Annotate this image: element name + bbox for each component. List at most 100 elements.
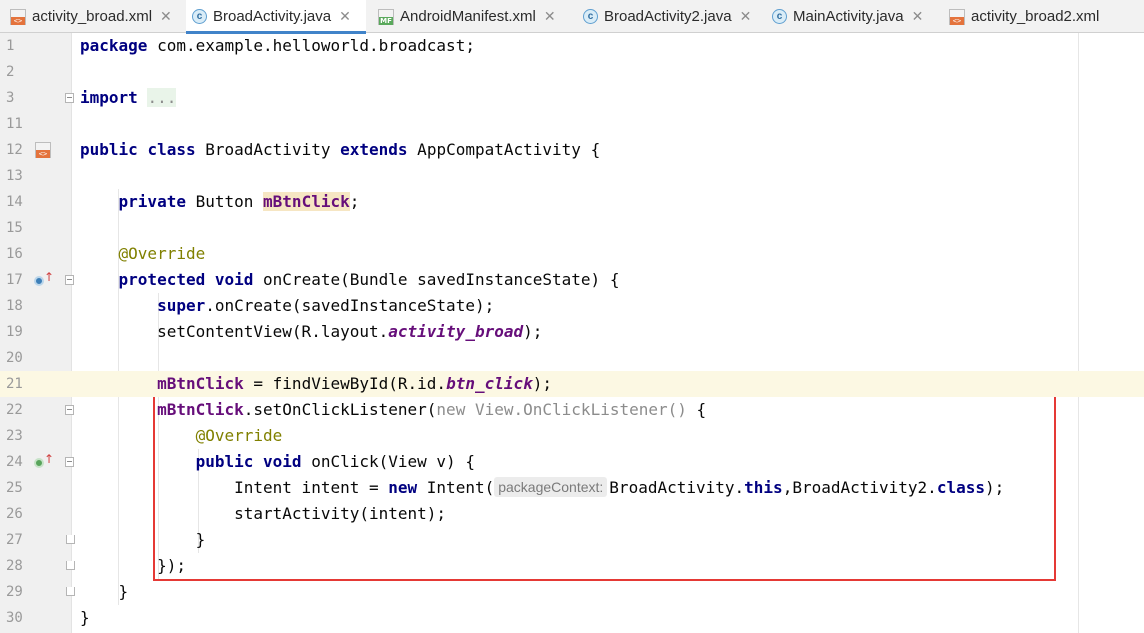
close-icon[interactable]: ✕ xyxy=(160,9,172,25)
code-token: .onCreate(savedInstanceState); xyxy=(205,296,495,315)
code-token: onCreate(Bundle savedInstanceState) { xyxy=(253,270,620,289)
code-text: }); xyxy=(80,553,186,579)
code-token: ); xyxy=(523,322,543,341)
code-token: @Override xyxy=(195,426,283,445)
code-line[interactable]: 19 setContentView(R.layout.activity_broa… xyxy=(0,319,1144,345)
fold-collapse-icon[interactable] xyxy=(65,405,74,415)
fold-end-icon[interactable] xyxy=(66,535,75,544)
code-text: setContentView(R.layout.activity_broad); xyxy=(80,319,542,345)
code-text: import ... xyxy=(80,85,177,111)
code-line[interactable]: 13 xyxy=(0,163,1144,189)
fold-collapse-icon[interactable] xyxy=(65,93,74,103)
fold-collapse-icon[interactable] xyxy=(65,275,74,285)
code-line[interactable]: 18 super.onCreate(savedInstanceState); xyxy=(0,293,1144,319)
tab-broadactivity-java[interactable]: c BroadActivity.java ✕ xyxy=(186,0,366,34)
code-line[interactable]: 28 }); xyxy=(0,553,1144,579)
code-line[interactable]: 22 mBtnClick.setOnClickListener(new View… xyxy=(0,397,1144,423)
code-token: class xyxy=(936,478,985,497)
fold-end-icon[interactable] xyxy=(66,561,75,570)
close-icon[interactable]: ✕ xyxy=(544,9,556,25)
code-line[interactable]: 12 public class BroadActivity extends App… xyxy=(0,137,1144,163)
code-token: ); xyxy=(984,478,1005,497)
related-layout-icon[interactable] xyxy=(35,142,51,158)
code-token: extends xyxy=(340,140,408,159)
code-text: } xyxy=(80,527,206,553)
code-token: } xyxy=(80,530,206,549)
code-line[interactable]: 29 } xyxy=(0,579,1144,605)
code-editor[interactable]: 1 package com.example.helloworld.broadcas… xyxy=(0,33,1144,633)
code-line[interactable]: 26 startActivity(intent); xyxy=(0,501,1144,527)
java-class-icon: c xyxy=(583,9,598,24)
code-token: protected xyxy=(118,270,206,289)
xml-layout-icon xyxy=(949,8,965,25)
line-number: 23 xyxy=(6,428,23,444)
code-line[interactable]: 16 @Override xyxy=(0,241,1144,267)
line-number: 13 xyxy=(6,168,23,184)
code-token: BroadActivity. xyxy=(609,478,745,497)
close-icon[interactable]: ✕ xyxy=(912,9,924,25)
close-icon[interactable]: ✕ xyxy=(339,9,351,25)
code-line[interactable]: 17 protected void onCreate(Bundle savedI… xyxy=(0,267,1144,293)
tab-broadactivity2-java[interactable]: c BroadActivity2.java ✕ xyxy=(577,0,759,33)
code-token: View.OnClickListener() xyxy=(474,400,687,419)
code-line[interactable]: 21 mBtnClick = findViewById(R.id.btn_cli… xyxy=(0,371,1144,397)
code-line[interactable]: 24 public void onClick(View v) { ↑ xyxy=(0,449,1144,475)
overrides-method-icon[interactable]: ↑ xyxy=(34,270,54,287)
editor-tab-bar: activity_broad.xml✕cBroadActivity.java✕A… xyxy=(0,0,1144,34)
method-marker-icon xyxy=(34,458,44,468)
tab-mainactivity-java[interactable]: c MainActivity.java ✕ xyxy=(766,0,936,33)
implements-method-icon[interactable]: ↑ xyxy=(34,452,54,469)
code-text: package com.example.helloworld.broadcast… xyxy=(80,33,475,59)
code-line[interactable]: 25 Intent intent = new Intent(packageCon… xyxy=(0,475,1144,501)
tab-activity-broad2-xml[interactable]: activity_broad2.xml xyxy=(943,0,1133,33)
code-line[interactable]: 1 package com.example.helloworld.broadcas… xyxy=(0,33,1144,59)
fold-end-icon[interactable] xyxy=(66,587,75,596)
code-token: mBtnClick xyxy=(157,374,244,393)
code-line[interactable]: 27 } xyxy=(0,527,1144,553)
line-number: 2 xyxy=(6,64,15,80)
method-marker-icon xyxy=(34,276,44,286)
code-token: Intent intent = xyxy=(80,478,389,497)
code-text: Intent intent = new Intent(packageContex… xyxy=(80,475,1004,501)
line-number: 22 xyxy=(6,402,23,418)
code-token: private xyxy=(118,192,186,211)
close-icon[interactable]: ✕ xyxy=(740,9,752,25)
code-line[interactable]: 14 private Button mBtnClick; xyxy=(0,189,1144,215)
code-token: AppCompatActivity { xyxy=(407,140,601,159)
code-line[interactable]: 2 xyxy=(0,59,1144,85)
code-line[interactable]: 15 xyxy=(0,215,1144,241)
fold-collapse-icon[interactable] xyxy=(65,457,74,467)
code-token: { xyxy=(686,400,707,419)
code-text: public void onClick(View v) { xyxy=(80,449,475,475)
code-token: mBtnClick xyxy=(157,400,244,419)
tab-activity-broad-xml[interactable]: activity_broad.xml ✕ xyxy=(10,0,180,33)
code-token: Button xyxy=(185,192,264,211)
line-number: 28 xyxy=(6,558,23,574)
code-text: } xyxy=(80,579,129,605)
line-number: 24 xyxy=(6,454,23,470)
tab-label: activity_broad.xml xyxy=(32,8,153,25)
line-number: 3 xyxy=(6,90,15,106)
code-text: } xyxy=(80,605,90,631)
code-line[interactable]: 23 @Override xyxy=(0,423,1144,449)
line-number: 1 xyxy=(6,38,15,54)
line-number: 21 xyxy=(6,376,23,392)
code-line[interactable]: 11 xyxy=(0,111,1144,137)
code-line[interactable]: 3 import ... xyxy=(0,85,1144,111)
code-token: } xyxy=(80,582,129,601)
code-line[interactable]: 30} xyxy=(0,605,1144,631)
tab-androidmanifest-xml[interactable]: AndroidManifest.xml ✕ xyxy=(372,0,572,33)
code-token: class xyxy=(147,140,196,159)
code-line[interactable]: 20 xyxy=(0,345,1144,371)
code-token: super xyxy=(157,296,206,315)
code-token: @Override xyxy=(118,244,206,263)
java-class-icon: c xyxy=(192,9,207,24)
code-token: new xyxy=(388,478,418,497)
code-text: @Override xyxy=(80,241,206,267)
